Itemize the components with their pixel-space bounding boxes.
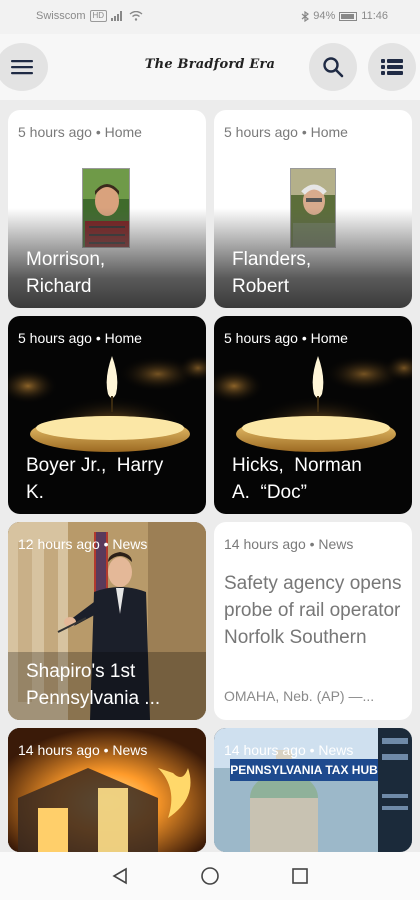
news-card[interactable]: 12 hours ago • News Shapiro's 1st Pennsyl… [8, 522, 206, 720]
sections-button[interactable] [368, 43, 416, 91]
recents-button[interactable] [288, 864, 312, 888]
menu-icon [11, 60, 33, 75]
card-meta: 5 hours ago • Home [224, 330, 348, 346]
obituary-card[interactable]: 5 hours ago • Home Hicks, Norman A. “Doc” [214, 316, 412, 514]
search-icon [323, 57, 344, 78]
card-meta: 14 hours ago • News [224, 742, 354, 758]
back-icon [112, 867, 127, 885]
card-title: Safety agency opens probe of rail operat… [224, 573, 402, 648]
news-card[interactable]: PENNSYLVANIA TAX HUB 14 hours ago • News [214, 728, 412, 852]
obituary-card[interactable]: 5 hours ago • Home Morrison, Richard [8, 110, 206, 308]
list-icon [381, 59, 403, 75]
app-header: The Bradford Era [0, 34, 420, 100]
battery-percent: 94% [313, 10, 336, 22]
home-button[interactable] [198, 864, 222, 888]
back-button[interactable] [108, 864, 132, 888]
news-card[interactable]: 14 hours ago • News [8, 728, 206, 852]
menu-button[interactable] [0, 43, 48, 91]
card-meta: 5 hours ago • Home [18, 124, 142, 140]
clock: 11:46 [361, 10, 388, 22]
card-title: Shapiro's 1st Pennsylvania ... [26, 661, 161, 709]
obituary-card[interactable]: 5 hours ago • Home Boyer Jr., Harry K. [8, 316, 206, 514]
home-icon [201, 867, 219, 885]
card-title: Morrison, Richard [26, 249, 106, 297]
card-meta: 5 hours ago • Home [224, 124, 348, 140]
bluetooth-icon [301, 10, 310, 22]
card-summary: OMAHA, Neb. (AP) —... [224, 688, 375, 704]
card-title: Flanders, Robert [232, 249, 312, 297]
status-bar: Swisscom HD 94% 11:46 [0, 0, 420, 34]
signal-icon [111, 11, 123, 21]
search-button[interactable] [309, 43, 357, 91]
card-meta: 12 hours ago • News [18, 536, 148, 552]
card-meta: 14 hours ago • News [224, 536, 354, 552]
system-nav-bar [0, 852, 420, 900]
card-title: Boyer Jr., Harry K. [26, 455, 164, 503]
hd-badge: HD [89, 10, 108, 22]
card-meta: 14 hours ago • News [18, 742, 148, 758]
obituary-card[interactable]: 5 hours ago • Home Flanders, Robert [214, 110, 412, 308]
battery-icon [339, 11, 358, 21]
tax-hub-banner: PENNSYLVANIA TAX HUB [230, 759, 378, 781]
card-meta: 5 hours ago • Home [18, 330, 142, 346]
recents-icon [292, 868, 308, 884]
carrier-label: Swisscom [36, 10, 86, 22]
news-card[interactable]: 14 hours ago • News Safety agency opens … [214, 522, 412, 720]
masthead-logo[interactable]: The Bradford Era [140, 57, 280, 72]
wifi-icon [129, 11, 143, 21]
card-title: Hicks, Norman A. “Doc” [232, 455, 362, 503]
